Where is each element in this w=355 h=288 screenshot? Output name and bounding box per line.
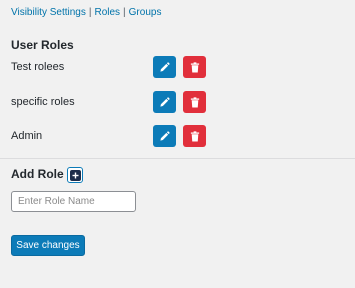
nav-link-visibility-settings[interactable]: Visibility Settings [11, 7, 86, 18]
pencil-icon [160, 61, 170, 72]
role-name: Admin [11, 130, 43, 142]
role-name: specific roles [11, 96, 75, 108]
trash-icon [190, 130, 199, 141]
add-role-heading: Add Role [11, 167, 64, 181]
pencil-icon [160, 130, 170, 141]
role-name: Test rolees [11, 61, 65, 73]
plus-icon [69, 169, 81, 181]
top-nav: Visibility Settings | Roles | Groups [11, 6, 161, 20]
user-roles-heading: User Roles [11, 38, 74, 52]
trash-icon [190, 61, 199, 72]
role-row: specific roles [0, 91, 355, 115]
nav-separator: | [123, 7, 126, 18]
trash-icon [190, 96, 199, 107]
section-divider [0, 158, 355, 159]
nav-link-roles[interactable]: Roles [94, 7, 120, 18]
role-row: Test rolees [0, 56, 355, 80]
edit-role-button[interactable] [153, 91, 176, 113]
pencil-icon [160, 96, 170, 107]
delete-role-button[interactable] [183, 91, 206, 113]
nav-separator: | [88, 7, 92, 18]
edit-role-button[interactable] [153, 125, 176, 147]
nav-link-groups[interactable]: Groups [129, 7, 162, 18]
delete-role-button[interactable] [183, 56, 206, 78]
add-role-button[interactable] [67, 167, 83, 183]
save-changes-button[interactable]: Save changes [11, 235, 85, 256]
edit-role-button[interactable] [153, 56, 176, 78]
role-name-input[interactable] [11, 191, 136, 212]
role-row: Admin [0, 125, 355, 149]
delete-role-button[interactable] [183, 125, 206, 147]
